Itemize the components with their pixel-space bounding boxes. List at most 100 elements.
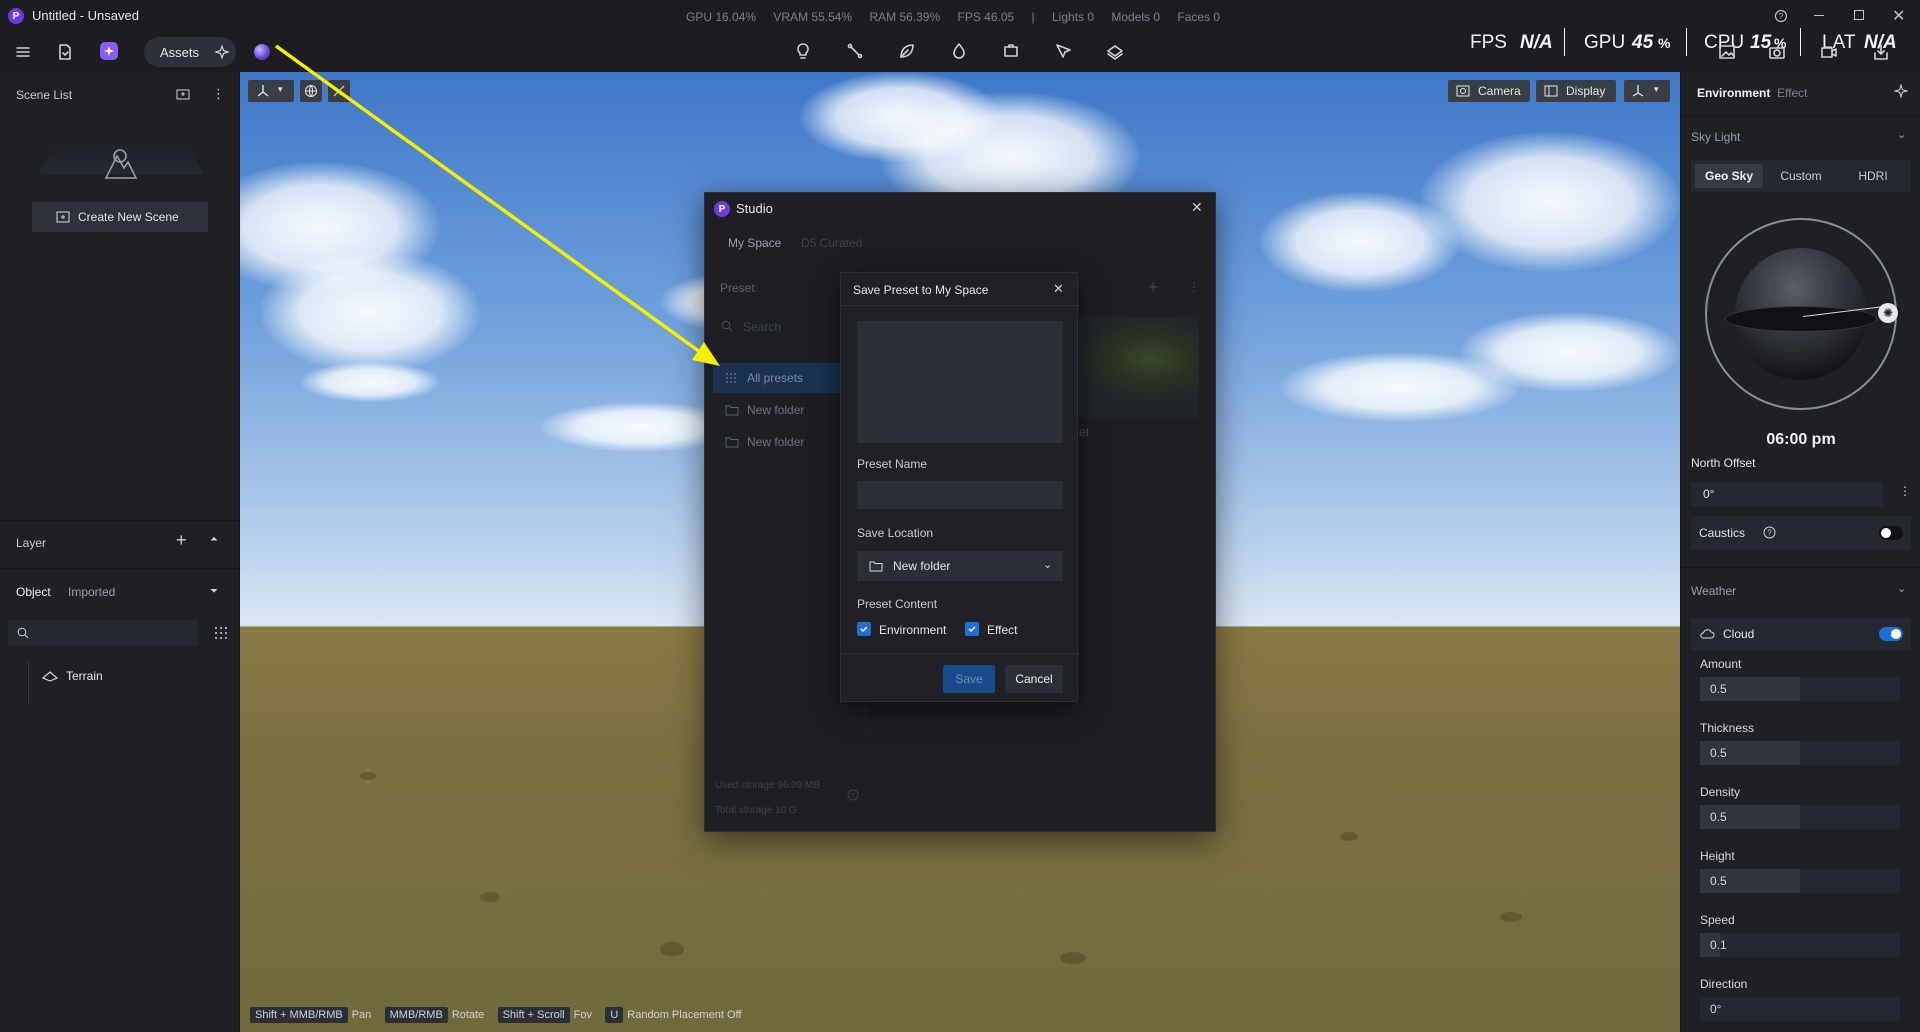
ground-texture xyxy=(1500,912,1522,922)
north-offset-more-icon[interactable]: ⋮ xyxy=(1899,484,1911,498)
ai-settings-icon[interactable] xyxy=(1893,83,1909,101)
slider-amount[interactable]: Amount 0.5 xyxy=(1700,657,1900,705)
more-icon[interactable]: ⋮ xyxy=(1188,280,1200,294)
layer-search-input[interactable] xyxy=(8,620,198,646)
chevron-down-icon: ⌄ xyxy=(1043,559,1053,571)
slider-speed[interactable]: Speed 0.1 xyxy=(1700,913,1900,961)
assets-button[interactable]: Assets xyxy=(144,37,236,67)
ai-assets-icon[interactable] xyxy=(214,44,230,63)
create-new-scene-button[interactable]: Create New Scene xyxy=(32,202,208,232)
slider-track[interactable]: 0.5 xyxy=(1700,869,1900,893)
tab-environment[interactable]: Environment xyxy=(1697,86,1770,100)
preset-thumbnail-preview xyxy=(857,321,1063,443)
menu-icon[interactable] xyxy=(14,43,32,61)
scene-screenshot-icon[interactable] xyxy=(176,87,190,101)
chevron-down-icon[interactable]: ⌄ xyxy=(1897,128,1906,141)
toggle-knob xyxy=(1891,629,1901,639)
camera-rig-icon[interactable] xyxy=(1002,42,1020,60)
slider-track[interactable]: 0.5 xyxy=(1700,805,1900,829)
video-render-icon[interactable] xyxy=(1820,43,1838,61)
slider-height[interactable]: Height 0.5 xyxy=(1700,849,1900,897)
close-icon[interactable]: ✕ xyxy=(1191,199,1203,216)
slider-track[interactable]: 0.1 xyxy=(1700,933,1900,957)
add-folder-icon[interactable]: + xyxy=(1148,277,1159,298)
slider-value: 0.5 xyxy=(1710,874,1727,888)
minimize-button[interactable] xyxy=(1814,15,1824,16)
tab-my-space[interactable]: My Space xyxy=(728,236,781,250)
filter-icon[interactable]: ⏷ xyxy=(210,586,218,597)
slider-thickness[interactable]: Thickness 0.5 xyxy=(1700,721,1900,769)
preset-card[interactable] xyxy=(1079,317,1199,417)
slider-track[interactable]: 0.5 xyxy=(1700,677,1900,701)
display-label: Display xyxy=(1566,84,1606,98)
app-logo-icon: P xyxy=(8,8,24,24)
file-sync-icon[interactable] xyxy=(56,43,74,61)
restore-button[interactable] xyxy=(1854,10,1864,20)
slider-track[interactable]: 0.5 xyxy=(1700,741,1900,765)
stat-faces: Faces 0 xyxy=(1177,10,1221,24)
sun-position-dial[interactable]: ✺ xyxy=(1705,218,1898,410)
camera-capture-icon[interactable] xyxy=(1768,43,1786,61)
chevron-down-icon: ▾ xyxy=(1654,84,1659,94)
slider-direction[interactable]: Direction 0° xyxy=(1700,977,1900,1025)
title-bar: P Untitled - Unsaved GPU 16.04% VRAM 55.… xyxy=(0,0,1920,32)
cancel-button[interactable]: Cancel xyxy=(1005,665,1063,693)
tab-object[interactable]: Object xyxy=(16,585,51,599)
save-button[interactable]: Save xyxy=(943,665,995,693)
tab-curated[interactable]: D5 Curated xyxy=(801,236,862,250)
slider-track[interactable]: 0° xyxy=(1700,997,1900,1021)
table-row[interactable]: Terrain xyxy=(42,666,222,688)
divider xyxy=(841,305,1079,306)
cloud-row: Cloud xyxy=(1691,618,1911,650)
light-bulb-icon[interactable] xyxy=(794,42,812,60)
collapse-layer-icon[interactable]: ⏶ xyxy=(210,534,218,545)
scene-more-icon[interactable]: ⋮ xyxy=(212,86,225,102)
close-icon[interactable]: ✕ xyxy=(1053,281,1064,297)
caustics-help-icon[interactable]: ? xyxy=(1763,526,1776,542)
close-window-button[interactable]: ✕ xyxy=(1892,6,1905,26)
brush-select-icon[interactable] xyxy=(1054,42,1072,60)
hint-key: MMB/RMB xyxy=(384,1007,448,1023)
transform-mode-button[interactable]: ▾ xyxy=(1624,80,1670,102)
preset-name-label: Preset Name xyxy=(857,457,928,471)
caustics-toggle[interactable] xyxy=(1879,526,1903,540)
export-icon[interactable] xyxy=(1872,43,1890,61)
globe-toggle-button[interactable] xyxy=(300,80,322,102)
environment-checkbox[interactable] xyxy=(857,622,871,637)
sun-handle-icon[interactable]: ✺ xyxy=(1878,303,1898,323)
storage-help-icon[interactable]: ? xyxy=(847,789,859,804)
slider-label: Direction xyxy=(1700,977,1748,991)
folder-all-presets[interactable]: All presets xyxy=(713,363,841,393)
leaf-icon[interactable] xyxy=(898,42,916,60)
grid-view-icon[interactable] xyxy=(214,626,228,643)
tab-geo-sky[interactable]: Geo Sky xyxy=(1695,164,1763,188)
tab-imported[interactable]: Imported xyxy=(68,585,115,599)
tab-custom[interactable]: Custom xyxy=(1767,164,1835,188)
tab-hdri[interactable]: HDRI xyxy=(1839,164,1907,188)
slider-density[interactable]: Density 0.5 xyxy=(1700,785,1900,833)
north-offset-input[interactable]: 0° xyxy=(1691,482,1883,506)
display-button[interactable]: Display xyxy=(1536,80,1616,102)
terrain-icon[interactable] xyxy=(1106,42,1124,60)
snap-off-button[interactable] xyxy=(328,80,350,102)
camera-button[interactable]: Camera xyxy=(1448,80,1530,102)
folder-item[interactable]: New folder xyxy=(713,395,841,425)
effect-checkbox[interactable] xyxy=(965,622,979,637)
ai-sparkle-icon[interactable] xyxy=(100,42,118,60)
navigation-mode-button[interactable]: ▾ xyxy=(248,80,294,102)
save-location-select[interactable]: New folder ⌄ xyxy=(857,551,1063,581)
cloud-toggle[interactable] xyxy=(1879,627,1903,641)
add-layer-icon[interactable]: + xyxy=(176,530,187,551)
image-render-icon[interactable] xyxy=(1718,43,1736,61)
hint-key: U xyxy=(605,1007,624,1023)
tab-effect[interactable]: Effect xyxy=(1777,86,1807,100)
water-drop-icon[interactable] xyxy=(950,42,968,60)
folder-item[interactable]: New folder xyxy=(713,427,841,457)
material-sphere-icon[interactable] xyxy=(254,44,270,60)
chevron-down-icon[interactable]: ⌄ xyxy=(1897,582,1906,595)
perf-fps-value: N/A xyxy=(1520,32,1553,53)
studio-search-input[interactable]: Search xyxy=(713,313,833,339)
help-icon[interactable]: ? xyxy=(1774,9,1788,26)
preset-name-input[interactable] xyxy=(857,481,1063,509)
path-tool-icon[interactable] xyxy=(846,42,864,60)
